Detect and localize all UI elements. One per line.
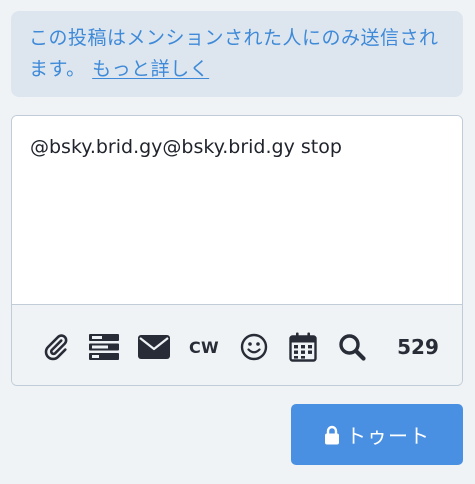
search-icon[interactable]: [336, 331, 368, 363]
learn-more-link[interactable]: もっと詳しく: [92, 58, 209, 80]
compose-textarea[interactable]: @bsky.brid.gy@bsky.brid.gy stop: [12, 116, 462, 304]
emoji-icon[interactable]: [238, 331, 270, 363]
compose-page: この投稿はメンションされた人にのみ送信されます。 もっと詳しく @bsky.br…: [0, 0, 475, 484]
cw-icon[interactable]: CW: [186, 331, 222, 363]
compose-box: @bsky.brid.gy@bsky.brid.gy stop CW 529: [11, 115, 463, 386]
poll-icon[interactable]: [88, 331, 120, 363]
toot-button-label: トゥート: [346, 424, 430, 448]
envelope-icon[interactable]: [137, 331, 171, 363]
toot-button[interactable]: トゥート: [291, 404, 463, 465]
character-counter: 529: [397, 335, 439, 359]
lock-icon: [325, 425, 339, 444]
paperclip-icon[interactable]: [40, 331, 72, 363]
notice-text: この投稿はメンションされた人にのみ送信されます。: [29, 27, 439, 80]
cw-label: CW: [189, 337, 219, 357]
compose-toolbar: CW 529: [12, 304, 462, 385]
direct-visibility-notice: この投稿はメンションされた人にのみ送信されます。 もっと詳しく: [11, 11, 463, 97]
calendar-icon[interactable]: [287, 331, 319, 363]
